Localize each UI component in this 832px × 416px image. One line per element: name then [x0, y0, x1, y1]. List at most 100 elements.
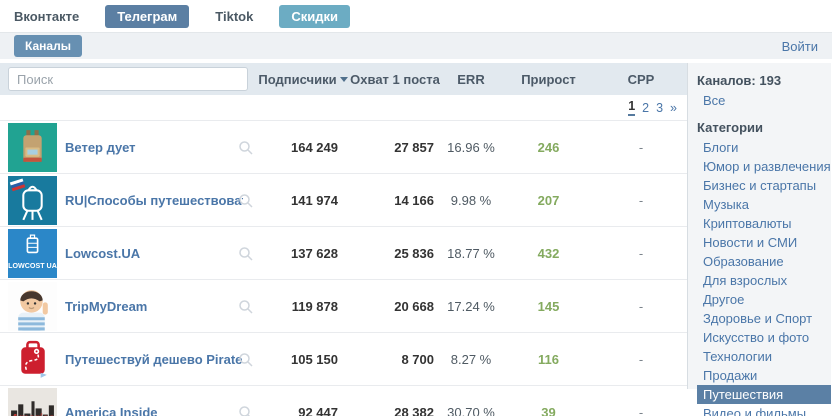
- tab-telegram[interactable]: Телеграм: [105, 4, 190, 28]
- category-item-dlya-vzroslyh[interactable]: Для взрослых: [688, 271, 831, 290]
- page-link-1[interactable]: 1: [628, 99, 636, 116]
- login-link[interactable]: Войти: [782, 39, 818, 54]
- categories-sidebar: Каналов: 193 Все Категории Блоги Юмор и …: [688, 63, 831, 416]
- cpp-value: -: [638, 139, 644, 155]
- channels-count: Каналов: 193: [697, 73, 782, 88]
- column-header-label: Подписчики: [258, 71, 337, 87]
- cpp-value: -: [638, 192, 644, 208]
- reach-value: 20 668: [394, 298, 434, 314]
- magnifier-icon[interactable]: [238, 246, 254, 262]
- column-header-cpp[interactable]: CPP: [595, 72, 687, 87]
- table-row: Путешествуй дешево Piratesru 105 150 8 7…: [0, 332, 687, 385]
- teal-backpack-avatar[interactable]: [8, 122, 57, 172]
- channel-cell: TripMyDream: [0, 280, 256, 332]
- category-item-yumor[interactable]: Юмор и развлечения: [688, 157, 831, 176]
- err-value: 9.98 %: [450, 192, 492, 208]
- subscribers-value: 105 150: [291, 351, 338, 367]
- page-link-3[interactable]: 3: [656, 101, 663, 115]
- subscribers-value: 137 628: [291, 245, 338, 261]
- page-link-2[interactable]: 2: [642, 101, 649, 115]
- category-item-tehnologii[interactable]: Технологии: [688, 347, 831, 366]
- magnifier-icon[interactable]: [238, 299, 254, 315]
- magnifier-icon[interactable]: [238, 352, 254, 368]
- reach-value: 25 836: [394, 245, 434, 261]
- subscribers-value: 141 974: [291, 192, 338, 208]
- growth-value: 432: [537, 245, 560, 261]
- content-area: Подписчики Охват 1 поста ERR Прирост CPP…: [0, 63, 832, 416]
- cpp-value: -: [638, 404, 644, 416]
- search-input[interactable]: [8, 67, 248, 91]
- table-row: TripMyDream 119 878 20 668 17.24 % 145 -: [0, 279, 687, 332]
- channel-name-link[interactable]: RU|Способы путешествовать почти бе: [65, 193, 243, 208]
- table-row: America America Inside 92 447 28 382 30.…: [0, 385, 687, 416]
- err-value: 18.77 %: [447, 245, 495, 261]
- subscribers-value: 164 249: [291, 139, 338, 155]
- tab-discounts[interactable]: Скидки: [279, 4, 350, 28]
- category-item-kripto[interactable]: Криптовалюты: [688, 214, 831, 233]
- page-link-next[interactable]: »: [670, 101, 677, 115]
- category-item-video[interactable]: Видео и фильмы: [688, 404, 831, 416]
- category-item-zdorovie[interactable]: Здоровье и Спорт: [688, 309, 831, 328]
- growth-value: 39: [541, 404, 556, 416]
- category-item-biznes[interactable]: Бизнес и стартапы: [688, 176, 831, 195]
- table-row: Ветер дует 164 249 27 857 16.96 % 246 -: [0, 120, 687, 173]
- column-header-reach[interactable]: Охват 1 поста: [350, 72, 440, 87]
- magnifier-icon[interactable]: [238, 405, 254, 416]
- magnifier-icon[interactable]: [238, 193, 254, 209]
- column-header-err[interactable]: ERR: [440, 72, 502, 87]
- tab-tiktok[interactable]: Tiktok: [215, 9, 253, 24]
- channel-name-link[interactable]: Путешествуй дешево Piratesru: [65, 352, 243, 367]
- category-item-drugoe[interactable]: Другое: [688, 290, 831, 309]
- channel-name-link[interactable]: TripMyDream: [65, 299, 147, 314]
- column-header-subscribers[interactable]: Подписчики: [256, 72, 350, 87]
- table-header-row: Подписчики Охват 1 поста ERR Прирост CPP: [0, 63, 687, 95]
- category-item-muzyka[interactable]: Музыка: [688, 195, 831, 214]
- channel-name-link[interactable]: America Inside: [65, 405, 158, 416]
- subscribers-value: 92 447: [298, 404, 338, 416]
- top-tab-bar: Вконтакте Телеграм Tiktok Скидки: [0, 0, 832, 32]
- channel-name-link[interactable]: Ветер дует: [65, 140, 136, 155]
- subscribers-value: 119 878: [291, 298, 338, 314]
- channel-cell: America America Inside: [0, 386, 256, 416]
- america-skyline-avatar[interactable]: America: [8, 387, 57, 416]
- magnifier-icon[interactable]: [238, 140, 254, 156]
- svg-text:LOWCOST UA: LOWCOST UA: [8, 261, 57, 269]
- channel-cell: Ветер дует: [0, 121, 256, 173]
- lowcost-logo-avatar[interactable]: LOWCOST UA: [8, 228, 57, 278]
- growth-value: 246: [537, 139, 560, 155]
- reach-value: 27 857: [394, 139, 434, 155]
- reach-value: 8 700: [401, 351, 434, 367]
- channels-button[interactable]: Каналы: [14, 35, 82, 57]
- channel-cell: RU|Способы путешествовать почти бе: [0, 174, 256, 226]
- err-value: 16.96 %: [447, 139, 495, 155]
- blue-backpack-flag-avatar[interactable]: [8, 175, 57, 225]
- red-suitcase-avatar[interactable]: [8, 334, 57, 384]
- channel-cell: Путешествуй дешево Piratesru: [0, 333, 256, 385]
- err-value: 8.27 %: [450, 351, 492, 367]
- column-header-growth[interactable]: Прирост: [502, 72, 595, 87]
- err-value: 30.70 %: [447, 404, 495, 416]
- err-value: 17.24 %: [447, 298, 495, 314]
- table-row: LOWCOST UA Lowcost.UA 137 628 25 836 18.…: [0, 226, 687, 279]
- cartoon-traveler-avatar[interactable]: [8, 281, 57, 331]
- reach-value: 14 166: [394, 192, 434, 208]
- category-item-prodazhi[interactable]: Продажи: [688, 366, 831, 385]
- category-item-obrazovanie[interactable]: Образование: [688, 252, 831, 271]
- toolbar: Каналы Войти: [0, 32, 832, 59]
- channel-name-link[interactable]: Lowcost.UA: [65, 246, 140, 261]
- tab-vkontakte[interactable]: Вконтакте: [14, 9, 79, 24]
- cpp-value: -: [638, 298, 644, 314]
- svg-text:America: America: [9, 412, 54, 416]
- all-categories-link[interactable]: Все: [703, 93, 831, 108]
- sort-desc-icon: [339, 76, 348, 82]
- table-row: RU|Способы путешествовать почти бе 141 9…: [0, 173, 687, 226]
- channels-table: Подписчики Охват 1 поста ERR Прирост CPP…: [0, 63, 688, 416]
- category-item-novosti[interactable]: Новости и СМИ: [688, 233, 831, 252]
- category-item-puteshestviya[interactable]: Путешествия: [697, 385, 831, 404]
- category-item-iskusstvo[interactable]: Искусство и фото: [688, 328, 831, 347]
- growth-value: 116: [538, 351, 559, 367]
- pagination: 1 2 3 »: [0, 95, 687, 120]
- category-item-blogi[interactable]: Блоги: [688, 138, 831, 157]
- reach-value: 28 382: [394, 404, 434, 416]
- categories-header: Категории: [697, 120, 764, 135]
